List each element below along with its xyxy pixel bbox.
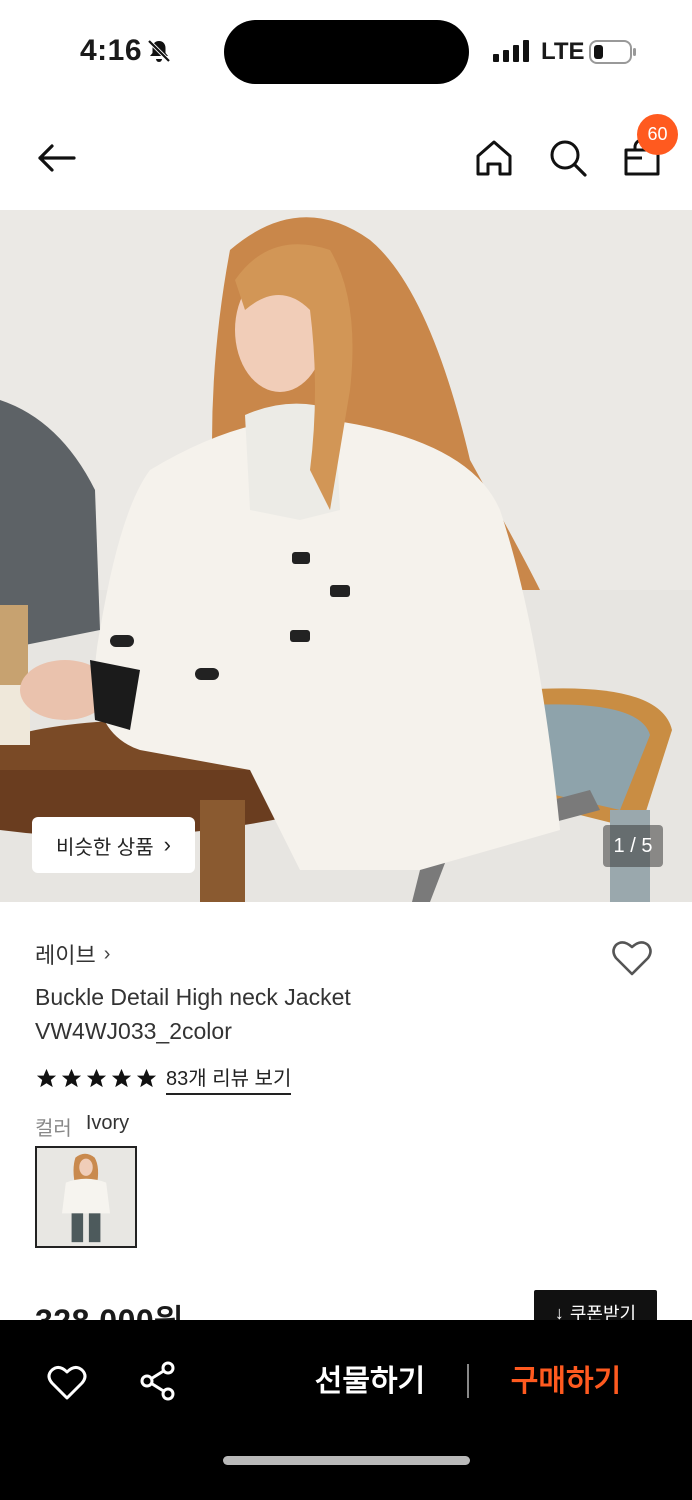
color-row: 컬러 Ivory [35,1112,129,1141]
divider [467,1364,469,1398]
status-bar: 4:16 LTE [0,0,692,100]
similar-products-label: 비슷한 상품 [56,836,154,859]
home-indicator[interactable] [223,1456,470,1465]
home-icon[interactable] [472,136,516,180]
battery-icon [589,40,636,64]
product-title: Buckle Detail High neck Jacket VW4WJ033_… [35,984,351,1044]
star-icon [111,1068,132,1088]
signal-icon [493,40,529,62]
swatch-thumbnail [37,1148,135,1246]
back-arrow-icon[interactable] [34,136,78,180]
chevron-right-icon: › [103,942,111,965]
network-type: LTE [541,38,585,65]
product-photo [0,210,692,902]
share-icon[interactable] [138,1360,178,1402]
dynamic-island [224,20,469,84]
star-icon [86,1068,107,1088]
color-swatch-ivory[interactable] [35,1146,137,1248]
search-icon[interactable] [546,136,590,180]
bell-off-icon [147,39,171,63]
product-image-carousel[interactable]: 비슷한 상품 › 1 / 5 [0,210,692,902]
color-label: 컬러 [35,1118,72,1140]
rating-stars [35,1067,158,1090]
top-nav: 60 [0,100,692,210]
similar-products-button[interactable]: 비슷한 상품 › [32,817,195,873]
chevron-right-icon: › [163,832,171,857]
reviews-link[interactable]: 83개 리뷰 보기 [166,1062,292,1095]
brand-name: 레이브 [35,943,96,968]
gift-button[interactable]: 선물하기 [300,1360,440,1404]
star-icon [136,1068,157,1088]
heart-icon[interactable] [46,1362,88,1402]
color-value: Ivory [85,1112,130,1134]
rating-row: 83개 리뷰 보기 [35,1062,292,1095]
star-icon [61,1068,82,1088]
buy-button[interactable]: 구매하기 [496,1360,636,1404]
brand-link[interactable]: 레이브 › [35,938,110,970]
heart-icon[interactable] [610,936,654,980]
star-icon [36,1068,57,1088]
bottom-action-bar: 선물하기 구매하기 [0,1320,692,1500]
status-time: 4:16 [80,34,143,67]
image-counter: 1 / 5 [603,825,663,867]
cart-count-badge: 60 [637,114,678,155]
